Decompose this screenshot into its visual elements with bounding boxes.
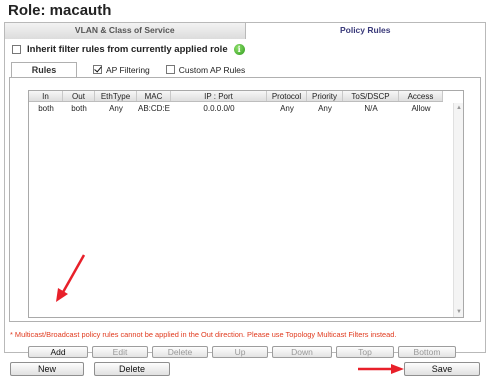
cell-ethtype: Any (109, 104, 123, 113)
cell-access: Allow (411, 104, 431, 113)
column-header-tos-dscp[interactable]: ToS/DSCP (343, 91, 399, 101)
arrow-to-save-icon (358, 364, 404, 374)
page-title: Role: macauth (8, 2, 112, 19)
custom-ap-rules-option[interactable]: Custom AP Rules (165, 64, 246, 75)
column-header-in[interactable]: In (29, 91, 63, 101)
custom-ap-rules-checkbox[interactable] (165, 65, 175, 74)
arrow-to-add-icon (56, 254, 86, 302)
add-button[interactable]: Add (28, 346, 88, 358)
top-tab-bar: VLAN & Class of Service Policy Rules (4, 22, 486, 39)
edit-button[interactable]: Edit (92, 346, 148, 358)
delete-rule-button[interactable]: Delete (152, 346, 208, 358)
up-button[interactable]: Up (212, 346, 268, 358)
cell-protocol: Any (280, 104, 294, 113)
tab-rules[interactable]: Rules (11, 62, 77, 77)
rule-button-row: Add Edit Delete Up Down Top Bottom (28, 346, 460, 358)
cell-tos-dscp: N/A (364, 104, 378, 113)
ap-filtering-option[interactable]: AP Filtering (93, 65, 150, 75)
bottom-button[interactable]: Bottom (398, 346, 456, 358)
table-header: In Out EthType MAC IP : Port Protocol Pr… (29, 91, 443, 102)
inner-tab-bar: Rules AP Filtering Custom AP Rules (11, 62, 245, 77)
info-icon[interactable]: i (233, 44, 245, 55)
down-button[interactable]: Down (272, 346, 332, 358)
inherit-label: Inherit filter rules from currently appl… (27, 44, 228, 55)
cell-priority: Any (318, 104, 332, 113)
tab-policy-rules[interactable]: Policy Rules (244, 23, 485, 39)
cell-mac: AB:CD:E (137, 104, 170, 113)
ap-filtering-label: AP Filtering (106, 64, 150, 75)
tab-vlan-class-of-service[interactable]: VLAN & Class of Service (5, 23, 245, 39)
column-header-ip-port[interactable]: IP : Port (171, 91, 267, 101)
column-header-access[interactable]: Access (399, 91, 443, 101)
scroll-up-arrow-icon[interactable]: ▲ (455, 104, 463, 112)
inherit-checkbox[interactable] (12, 45, 21, 54)
column-header-out[interactable]: Out (63, 91, 95, 101)
rules-table: In Out EthType MAC IP : Port Protocol Pr… (28, 90, 464, 318)
top-button[interactable]: Top (336, 346, 394, 358)
new-button[interactable]: New (10, 362, 84, 376)
column-header-protocol[interactable]: Protocol (267, 91, 307, 101)
table-row[interactable]: both both Any AB:CD:E 0.0.0.0/0 Any Any … (29, 103, 443, 114)
custom-ap-rules-label: Custom AP Rules (178, 64, 246, 75)
column-header-ethtype[interactable]: EthType (95, 91, 137, 101)
cell-in: both (38, 104, 54, 113)
column-header-mac[interactable]: MAC (137, 91, 171, 101)
multicast-note: * Multicast/Broadcast policy rules canno… (10, 330, 397, 339)
column-header-priority[interactable]: Priority (307, 91, 343, 101)
scroll-down-arrow-icon[interactable]: ▼ (455, 308, 463, 316)
save-button[interactable]: Save (404, 362, 480, 376)
ap-filtering-checkbox[interactable] (93, 65, 102, 74)
delete-button[interactable]: Delete (94, 362, 170, 376)
cell-out: both (71, 104, 87, 113)
inherit-row: Inherit filter rules from currently appl… (12, 44, 245, 55)
cell-ip-port: 0.0.0.0/0 (203, 104, 235, 113)
policy-rules-panel: Inherit filter rules from currently appl… (4, 38, 486, 358)
table-scrollbar[interactable]: ▲ ▼ (453, 103, 463, 317)
